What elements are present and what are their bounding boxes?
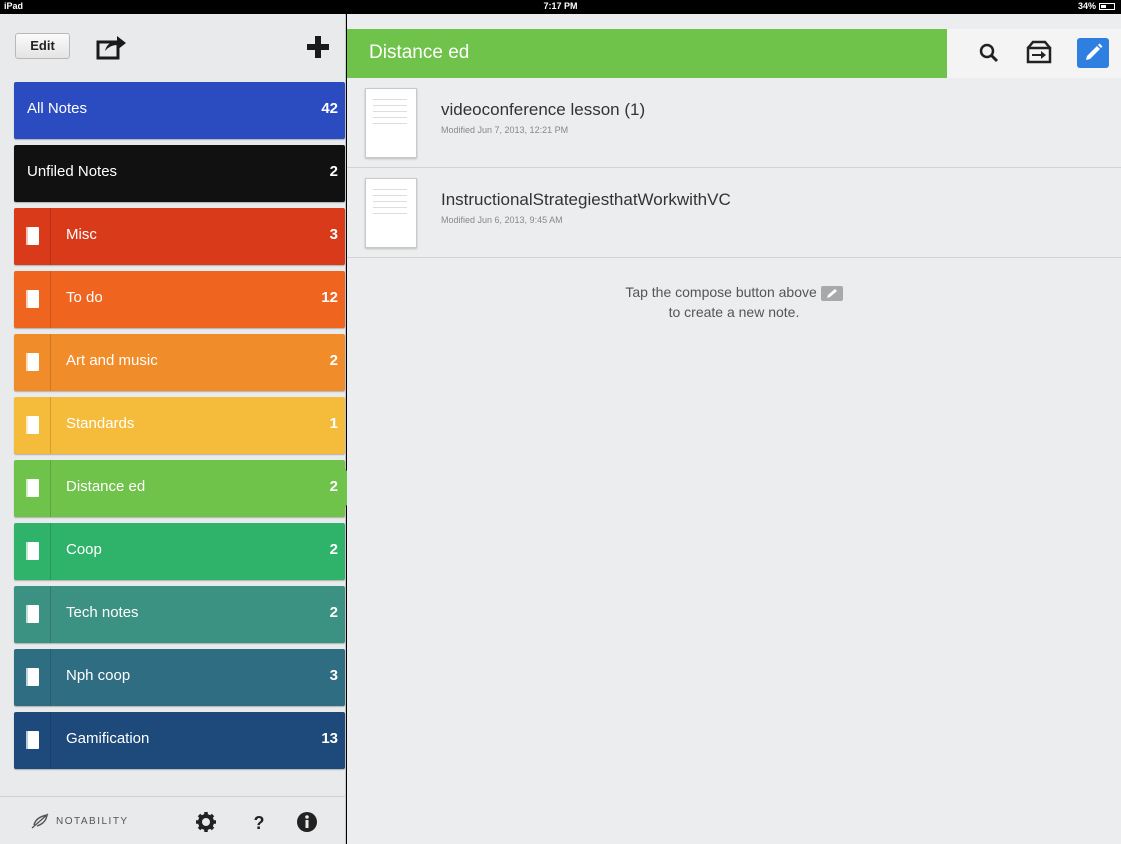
notes-panel: Distance ed videoconference lesson (1) Mo… bbox=[347, 14, 1121, 844]
compose-icon bbox=[1086, 43, 1103, 60]
notebook-item-misc[interactable]: Misc 3 bbox=[14, 208, 345, 265]
plus-icon[interactable] bbox=[305, 34, 331, 60]
note-row[interactable]: InstructionalStrategiesthatWorkwithVC Mod… bbox=[347, 168, 1121, 258]
notebook-count: 3 bbox=[329, 667, 338, 684]
notebook-label: Gamification bbox=[66, 730, 150, 747]
notebook-icon bbox=[26, 605, 39, 623]
notebook-item-coop[interactable]: Coop 2 bbox=[14, 523, 345, 580]
notebook-label: Distance ed bbox=[66, 478, 146, 495]
notebook-count: 12 bbox=[321, 289, 338, 306]
notebook-icon bbox=[26, 353, 39, 371]
notebook-item-art-and-music[interactable]: Art and music 2 bbox=[14, 334, 345, 391]
notebook-icon bbox=[26, 290, 39, 308]
svg-text:?: ? bbox=[254, 813, 265, 833]
notebook-divider bbox=[50, 460, 51, 517]
sidebar-footer: NOTABILITY ? bbox=[0, 796, 346, 844]
status-bar: iPad 7:17 PM 34% bbox=[0, 0, 1121, 14]
note-title: InstructionalStrategiesthatWorkwithVC bbox=[441, 190, 731, 209]
help-icon[interactable]: ? bbox=[248, 811, 270, 833]
note-thumbnail bbox=[365, 88, 417, 158]
battery-percent: 34% bbox=[1077, 1, 1096, 11]
notebook-count: 2 bbox=[329, 478, 338, 495]
clock: 7:17 PM bbox=[543, 1, 578, 11]
sidebar-toolbar: Edit bbox=[0, 14, 346, 78]
notebook-item-tech-notes[interactable]: Tech notes 2 bbox=[14, 586, 345, 643]
notebook-label: Unfiled Notes bbox=[27, 163, 118, 180]
empty-hint: Tap the compose button above to create a… bbox=[347, 282, 1121, 322]
notebook-label: Coop bbox=[66, 541, 102, 558]
search-icon[interactable] bbox=[973, 38, 1005, 68]
notebook-label: Misc bbox=[66, 226, 97, 243]
notebook-label: Standards bbox=[66, 415, 135, 432]
compose-button[interactable] bbox=[1077, 38, 1109, 68]
notebook-icon bbox=[26, 227, 39, 245]
header-toolbar bbox=[947, 29, 1121, 78]
notebook-item-to-do[interactable]: To do 12 bbox=[14, 271, 345, 328]
notebook-count: 13 bbox=[321, 730, 338, 747]
notebook-icon bbox=[26, 731, 39, 749]
notebook-item-all-notes[interactable]: All Notes 42 bbox=[14, 82, 345, 139]
notebook-item-distance-ed[interactable]: Distance ed 2 bbox=[14, 460, 357, 517]
share-icon[interactable] bbox=[95, 34, 127, 60]
notebook-divider bbox=[50, 334, 51, 391]
notebook-divider bbox=[50, 649, 51, 706]
notebook-icon bbox=[26, 668, 39, 686]
notebook-label: Tech notes bbox=[66, 604, 139, 621]
sidebar: Edit All Notes 42 Unfiled Notes 2 Misc 3 To do… bbox=[0, 14, 357, 844]
notebook-item-gamification[interactable]: Gamification 13 bbox=[14, 712, 345, 769]
import-icon[interactable] bbox=[1023, 38, 1055, 68]
compose-icon bbox=[820, 285, 843, 301]
notebook-icon bbox=[26, 416, 39, 434]
notebook-count: 2 bbox=[329, 352, 338, 369]
feather-icon bbox=[31, 813, 49, 829]
info-icon[interactable] bbox=[296, 811, 318, 833]
notebook-label: To do bbox=[66, 289, 103, 306]
notebook-item-nph-coop[interactable]: Nph coop 3 bbox=[14, 649, 345, 706]
edit-button[interactable]: Edit bbox=[15, 33, 70, 59]
notebook-count: 2 bbox=[329, 163, 338, 180]
note-row[interactable]: videoconference lesson (1) Modified Jun 7… bbox=[347, 78, 1121, 168]
note-modified-date: Modified Jun 7, 2013, 12:21 PM bbox=[441, 125, 569, 135]
note-thumbnail bbox=[365, 178, 417, 248]
notebook-count: 42 bbox=[321, 100, 338, 117]
notebook-divider bbox=[50, 271, 51, 328]
notebook-divider bbox=[50, 523, 51, 580]
notability-logo: NOTABILITY bbox=[30, 813, 129, 829]
brand-name: NOTABILITY bbox=[56, 815, 129, 827]
notebook-label: Art and music bbox=[66, 352, 158, 369]
notebook-item-standards[interactable]: Standards 1 bbox=[14, 397, 345, 454]
battery-icon bbox=[1099, 2, 1115, 10]
notebook-count: 1 bbox=[329, 415, 338, 432]
notebook-label: All Notes bbox=[27, 100, 88, 117]
gear-icon[interactable] bbox=[195, 811, 217, 833]
notebook-divider bbox=[50, 586, 51, 643]
notebook-header: Distance ed bbox=[347, 29, 1121, 78]
page-title: Distance ed bbox=[369, 42, 470, 63]
notebook-item-unfiled-notes[interactable]: Unfiled Notes 2 bbox=[14, 145, 345, 202]
notebook-label: Nph coop bbox=[66, 667, 131, 684]
notebook-divider bbox=[50, 712, 51, 769]
hint-line-1: Tap the compose button above bbox=[625, 284, 817, 300]
notebook-icon bbox=[26, 542, 39, 560]
notebook-divider bbox=[50, 397, 51, 454]
notebook-icon bbox=[26, 479, 39, 497]
note-title: videoconference lesson (1) bbox=[441, 100, 646, 119]
notebook-count: 3 bbox=[329, 226, 338, 243]
note-modified-date: Modified Jun 6, 2013, 9:45 AM bbox=[441, 215, 563, 225]
hint-line-2: to create a new note. bbox=[668, 304, 800, 320]
notebook-count: 2 bbox=[329, 604, 338, 621]
notebook-count: 2 bbox=[329, 541, 338, 558]
notebook-divider bbox=[50, 208, 51, 265]
battery-indicator: 34% bbox=[1078, 1, 1115, 11]
